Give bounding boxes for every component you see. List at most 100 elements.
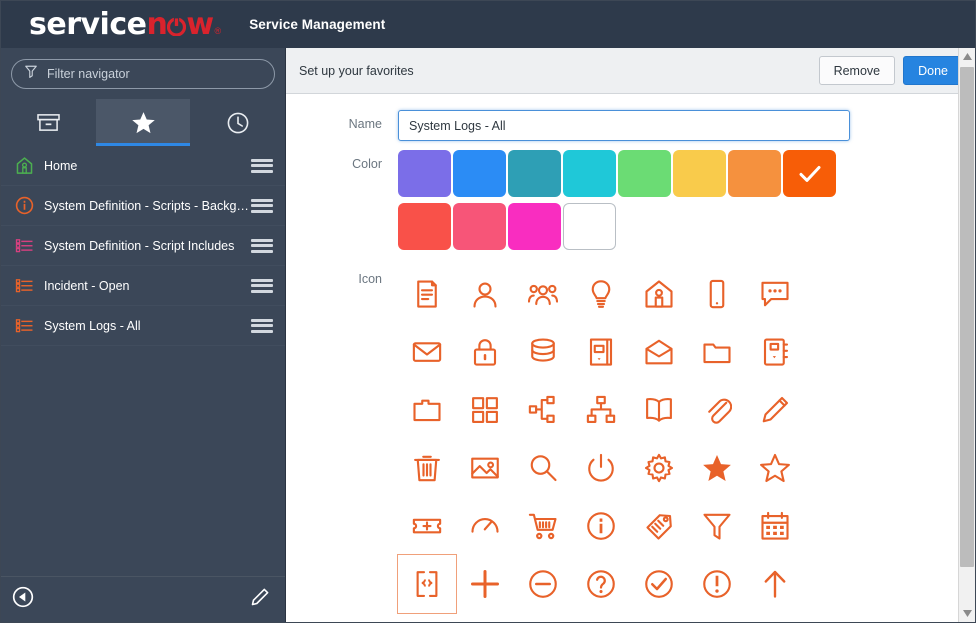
- power-button-glyph: [167, 16, 187, 36]
- favorite-item-label: System Logs - All: [44, 318, 141, 333]
- drag-handle[interactable]: [251, 198, 273, 213]
- star-outline-icon[interactable]: [746, 439, 804, 497]
- database-icon[interactable]: [514, 323, 572, 381]
- favorite-item-home[interactable]: Home: [1, 146, 285, 186]
- funnel-icon[interactable]: [688, 497, 746, 555]
- scrollbar-track[interactable]: [959, 65, 976, 605]
- shopping-cart-icon[interactable]: [514, 497, 572, 555]
- folder-icon[interactable]: [688, 323, 746, 381]
- pencil-icon[interactable]: [746, 381, 804, 439]
- folder-open-icon[interactable]: [398, 381, 456, 439]
- color-swatch-green[interactable]: [618, 150, 671, 197]
- exclamation-circle-icon[interactable]: [688, 555, 746, 613]
- calendar-icon[interactable]: [746, 497, 804, 555]
- mobile-phone-icon[interactable]: [688, 265, 746, 323]
- color-swatch-blue[interactable]: [453, 150, 506, 197]
- lightbulb-icon[interactable]: [572, 265, 630, 323]
- paperclip-icon[interactable]: [688, 381, 746, 439]
- image-icon[interactable]: [456, 439, 514, 497]
- name-row: Name: [286, 110, 975, 141]
- minus-circle-icon[interactable]: [514, 555, 572, 613]
- hierarchy-icon[interactable]: [572, 381, 630, 439]
- pencil-icon[interactable]: [249, 586, 271, 613]
- vertical-scrollbar[interactable]: [958, 48, 975, 622]
- kiosk-icon[interactable]: [572, 323, 630, 381]
- color-swatch-teal[interactable]: [508, 150, 561, 197]
- color-swatch-pink[interactable]: [453, 203, 506, 250]
- open-book-icon[interactable]: [630, 381, 688, 439]
- list-icon: [15, 276, 37, 295]
- info-circle-icon[interactable]: [572, 497, 630, 555]
- icon-row: Icon: [286, 265, 975, 614]
- collapse-left-icon[interactable]: [11, 585, 35, 614]
- color-swatch-cyan[interactable]: [563, 150, 616, 197]
- person-icon[interactable]: [456, 265, 514, 323]
- color-swatch-deep-orange[interactable]: [783, 150, 836, 197]
- color-swatch-white[interactable]: [563, 203, 616, 250]
- favorite-item-system-logs-all[interactable]: System Logs - All: [1, 306, 285, 346]
- drag-handle[interactable]: [251, 278, 273, 293]
- tab-all-applications[interactable]: [1, 99, 96, 146]
- gauge-icon[interactable]: [456, 497, 514, 555]
- ticket-add-icon[interactable]: [398, 497, 456, 555]
- chat-bubble-icon[interactable]: [746, 265, 804, 323]
- color-row: Color: [286, 150, 975, 256]
- gear-icon[interactable]: [630, 439, 688, 497]
- document-icon[interactable]: [398, 265, 456, 323]
- favorite-item-label: Incident - Open: [44, 278, 130, 293]
- panel-title: Set up your favorites: [299, 63, 414, 78]
- clock-icon: [227, 112, 249, 133]
- lock-icon[interactable]: [456, 323, 514, 381]
- scroll-up-arrow[interactable]: [959, 48, 976, 65]
- scrollbar-thumb[interactable]: [959, 67, 974, 567]
- name-input[interactable]: [398, 110, 850, 141]
- address-book-icon[interactable]: [746, 323, 804, 381]
- color-swatch-orange[interactable]: [728, 150, 781, 197]
- check-icon: [799, 165, 820, 182]
- favorite-item-label: System Definition - Script Includes: [44, 238, 235, 253]
- favorite-item-label: System Definition - Scripts - Backgr…: [44, 198, 251, 213]
- magnifier-icon[interactable]: [514, 439, 572, 497]
- arrow-up-icon[interactable]: [746, 555, 804, 613]
- name-label: Name: [348, 117, 382, 131]
- sidebar-tabs: [1, 99, 285, 146]
- tab-history[interactable]: [190, 99, 285, 146]
- logo-now-text: nw: [146, 6, 214, 42]
- color-swatch-yellow[interactable]: [673, 150, 726, 197]
- trash-icon[interactable]: [398, 439, 456, 497]
- sitemap-icon[interactable]: [514, 381, 572, 439]
- color-swatch-grid: [398, 150, 858, 256]
- done-button[interactable]: Done: [903, 56, 963, 85]
- plus-icon[interactable]: [456, 555, 514, 613]
- group-icon[interactable]: [514, 265, 572, 323]
- power-icon[interactable]: [572, 439, 630, 497]
- favorite-item-incident-open[interactable]: Incident - Open: [1, 266, 285, 306]
- grid-apps-icon[interactable]: [456, 381, 514, 439]
- logo-service-text: service: [29, 6, 147, 42]
- inbox-icon[interactable]: [630, 323, 688, 381]
- favorite-item-script-includes[interactable]: System Definition - Script Includes: [1, 226, 285, 266]
- star-filled-icon[interactable]: [688, 439, 746, 497]
- favorite-item-scripts-background[interactable]: System Definition - Scripts - Backgr…: [1, 186, 285, 226]
- drag-handle[interactable]: [251, 238, 273, 253]
- scroll-down-arrow[interactable]: [959, 605, 976, 622]
- top-banner: service n w ® Service Management: [1, 1, 975, 48]
- remove-button[interactable]: Remove: [818, 56, 896, 85]
- home-icon[interactable]: [630, 265, 688, 323]
- servicenow-logo[interactable]: service n w ®: [29, 6, 221, 42]
- color-swatch-red[interactable]: [398, 203, 451, 250]
- tag-icon[interactable]: [630, 497, 688, 555]
- color-swatch-magenta[interactable]: [508, 203, 561, 250]
- envelope-icon[interactable]: [398, 323, 456, 381]
- drag-handle[interactable]: [251, 158, 273, 173]
- code-braces-icon[interactable]: [397, 554, 457, 614]
- color-swatch-purple[interactable]: [398, 150, 451, 197]
- tab-favorites[interactable]: [95, 99, 191, 146]
- filter-navigator-input[interactable]: Filter navigator: [11, 59, 275, 89]
- drag-handle[interactable]: [251, 318, 273, 333]
- servicenow-window: service n w ® Service Management Filter nav…: [0, 0, 976, 623]
- check-circle-icon[interactable]: [630, 555, 688, 613]
- panel-header: Set up your favorites Remove Done: [286, 48, 975, 94]
- navigation-sidebar: Filter navigator Home System Definition …: [1, 48, 286, 622]
- question-circle-icon[interactable]: [572, 555, 630, 613]
